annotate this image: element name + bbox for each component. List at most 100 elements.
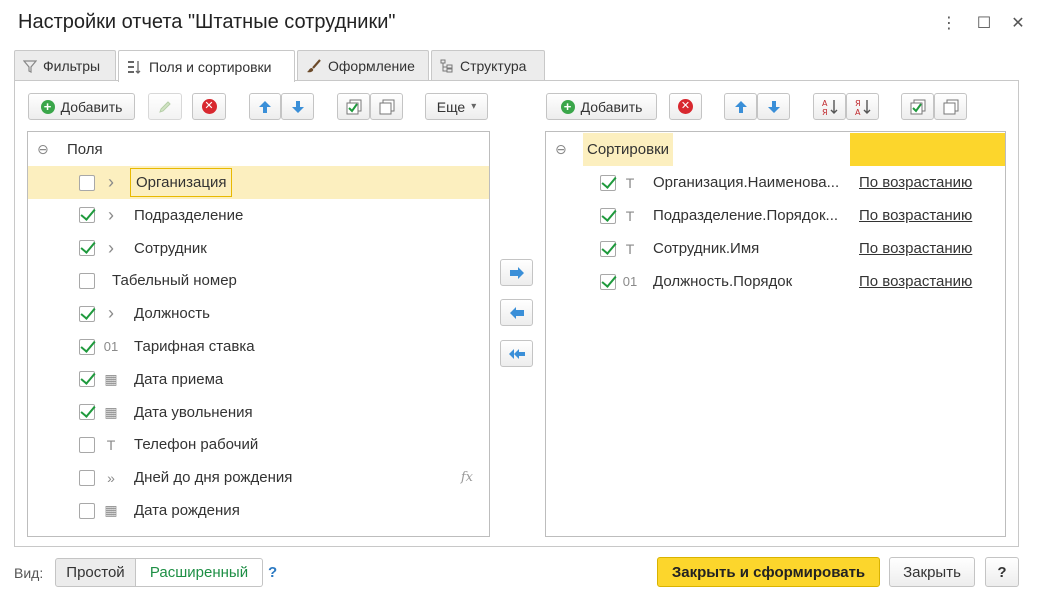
text-type-icon: T [625, 174, 635, 191]
collapse-icon[interactable]: ⊖ [555, 141, 567, 158]
sort-row[interactable]: T Сотрудник.Имя По возрастанию [546, 232, 1005, 265]
field-checkbox[interactable] [79, 338, 95, 355]
add-to-sort-button[interactable] [500, 259, 533, 286]
sort-root-row[interactable]: ⊖ Сортировки [546, 133, 1005, 166]
arrow-right-icon [509, 266, 524, 279]
field-row[interactable]: › Сотрудник [28, 232, 489, 265]
fields-tree[interactable]: ⊖ Поля › Организация › Подразделение › Сотруд… [27, 131, 490, 537]
sort-move-up-button[interactable] [724, 93, 757, 120]
sort-field-label: Организация.Наименова... [653, 174, 840, 191]
field-checkbox[interactable] [79, 371, 95, 388]
text-type-icon: T [625, 207, 635, 224]
view-label: Вид: [14, 565, 44, 581]
close-icon[interactable]: ✕ [1007, 12, 1029, 34]
field-checkbox[interactable] [79, 240, 95, 257]
check-all-icon [910, 99, 925, 114]
sort-direction-link[interactable]: По возрастанию [859, 207, 972, 224]
chevron-right-icon[interactable]: › [102, 205, 120, 226]
help-link[interactable]: ? [268, 564, 277, 581]
sort-row[interactable]: T Организация.Наименова... По возрастанию [546, 166, 1005, 199]
add-sort-button[interactable]: + Добавить [546, 93, 657, 120]
field-row[interactable]: ▦ Дата рождения [28, 494, 489, 527]
brush-icon [307, 59, 321, 73]
tab-filters[interactable]: Фильтры [14, 50, 116, 81]
delete-sort-button[interactable]: ✕ [669, 93, 702, 120]
field-row[interactable]: » Дней до дня рождения fx [28, 461, 489, 494]
fields-root-row[interactable]: ⊖ Поля [28, 133, 489, 166]
more-options-icon[interactable]: ⋮ [938, 12, 960, 34]
number-type-icon: 01 [103, 339, 119, 354]
view-extended-button[interactable]: Расширенный [136, 558, 263, 587]
sort-row[interactable]: 01 Должность.Порядок По возрастанию [546, 265, 1005, 298]
remove-all-from-sort-button[interactable] [500, 340, 533, 367]
tab-design-label: Оформление [328, 58, 415, 74]
chevron-right-icon[interactable]: › [102, 303, 120, 324]
sort-tree[interactable]: ⊖ Сортировки T Организация.Наименова... По… [545, 131, 1006, 537]
help-button[interactable]: ? [985, 557, 1019, 587]
sort-ascending-icon: AЯ [822, 99, 837, 116]
sort-checkbox[interactable] [600, 207, 616, 224]
sort-field-label: Сотрудник.Имя [653, 240, 760, 257]
field-row[interactable]: Табельный номер [28, 264, 489, 297]
sort-descending-button[interactable]: ЯA [846, 93, 879, 120]
close-and-build-button[interactable]: Закрыть и сформировать [657, 557, 880, 587]
sort-row[interactable]: T Подразделение.Порядок... По возрастанию [546, 199, 1005, 232]
field-row[interactable]: › Подразделение [28, 199, 489, 232]
sort-root-label: Сортировки [587, 141, 670, 158]
sort-check-all-button[interactable] [901, 93, 934, 120]
field-row[interactable]: › Организация [28, 166, 489, 199]
view-simple-button[interactable]: Простой [55, 558, 136, 587]
field-checkbox[interactable] [79, 502, 95, 519]
field-row[interactable]: ▦ Дата приема [28, 363, 489, 396]
sort-ascending-button[interactable]: AЯ [813, 93, 846, 120]
move-up-button[interactable] [249, 93, 281, 120]
uncheck-all-button[interactable] [370, 93, 403, 120]
check-all-button[interactable] [337, 93, 370, 120]
collapse-icon[interactable]: ⊖ [37, 141, 49, 158]
formula-icon: fx [460, 470, 473, 486]
svg-text:A: A [822, 99, 828, 108]
tab-design[interactable]: Оформление [297, 50, 429, 81]
structure-icon [440, 59, 453, 73]
add-field-button[interactable]: + Добавить [28, 93, 135, 120]
field-checkbox[interactable] [79, 404, 95, 421]
close-button[interactable]: Закрыть [889, 557, 975, 587]
sort-uncheck-all-button[interactable] [934, 93, 967, 120]
more-button[interactable]: Еще ▾ [425, 93, 488, 120]
sort-checkbox[interactable] [600, 240, 616, 257]
delete-field-button[interactable]: ✕ [192, 93, 226, 120]
field-checkbox[interactable] [79, 272, 95, 289]
chevron-right-icon[interactable]: › [102, 238, 120, 259]
field-checkbox[interactable] [79, 174, 95, 191]
move-down-button[interactable] [281, 93, 314, 120]
text-type-icon: T [625, 240, 635, 257]
chevron-right-icon[interactable]: › [102, 172, 120, 193]
tab-fields-sort[interactable]: Поля и сортировки [118, 50, 295, 82]
field-row[interactable]: T Телефон рабочий [28, 428, 489, 461]
more-label: Еще [436, 98, 466, 115]
arrow-down-icon [291, 100, 304, 113]
field-label: Тарифная ставка [134, 338, 255, 355]
edit-field-button[interactable] [148, 93, 182, 120]
field-checkbox[interactable] [79, 207, 95, 224]
sort-checkbox[interactable] [600, 174, 616, 191]
sort-direction-link[interactable]: По возрастанию [859, 240, 972, 257]
maximize-icon[interactable]: ☐ [973, 12, 995, 34]
field-row[interactable]: 01 Тарифная ставка [28, 330, 489, 363]
field-label: Дата приема [134, 370, 224, 388]
arrow-up-icon [259, 100, 271, 113]
field-checkbox[interactable] [79, 305, 95, 322]
sort-direction-link[interactable]: По возрастанию [859, 174, 972, 191]
field-row[interactable]: ▦ Дата увольнения [28, 396, 489, 429]
sort-move-down-button[interactable] [757, 93, 790, 120]
sort-checkbox[interactable] [600, 273, 616, 290]
tab-bar: Фильтры Поля и сортировки Оформление Стр… [14, 50, 547, 82]
tab-structure[interactable]: Структура [431, 50, 545, 81]
sort-direction-link[interactable]: По возрастанию [859, 273, 972, 290]
field-checkbox[interactable] [79, 469, 95, 486]
field-row[interactable]: › Должность [28, 297, 489, 330]
calendar-icon: ▦ [104, 403, 118, 420]
remove-from-sort-button[interactable] [500, 299, 533, 326]
field-checkbox[interactable] [79, 436, 95, 453]
tab-structure-label: Структура [460, 58, 527, 74]
